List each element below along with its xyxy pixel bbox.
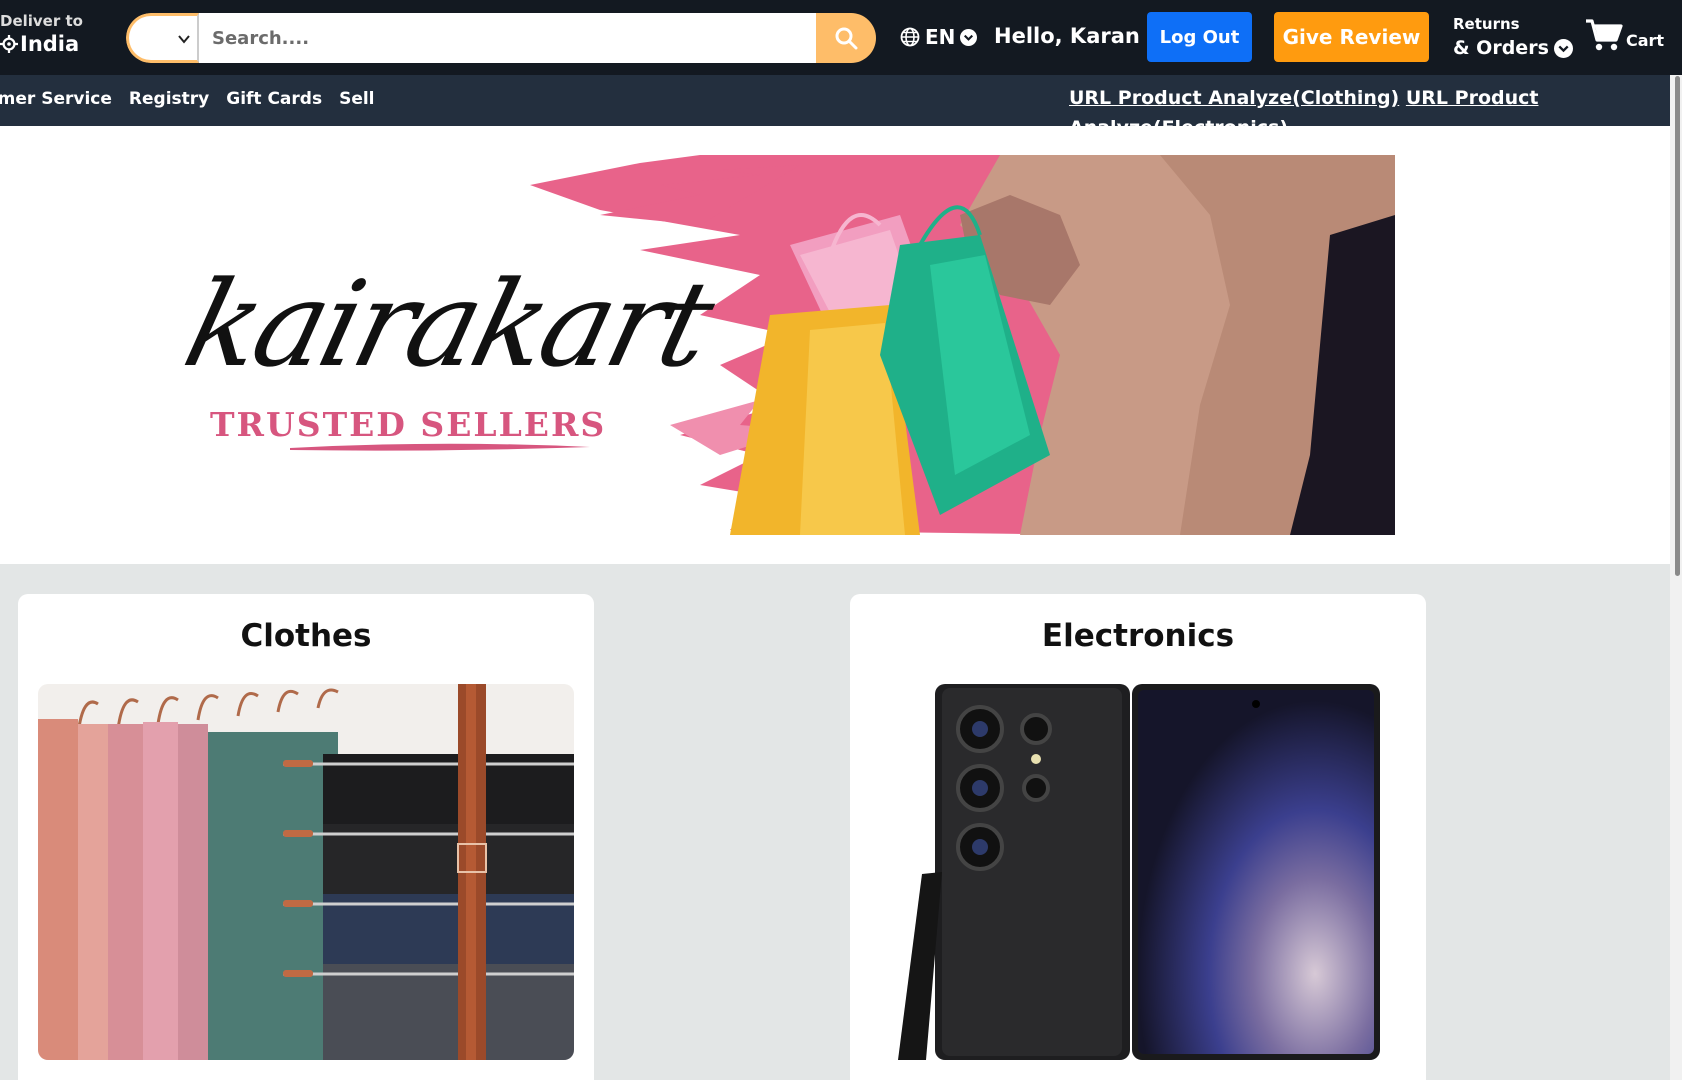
logout-button[interactable]: Log Out <box>1147 12 1252 62</box>
search-input[interactable] <box>199 13 816 63</box>
category-title: Electronics <box>1041 618 1235 654</box>
location-icon <box>0 35 18 53</box>
cart-button[interactable]: Cart <box>1585 18 1664 52</box>
language-code: EN <box>925 25 956 49</box>
deliver-to[interactable]: Deliver to India <box>0 12 83 56</box>
returns-label: Returns <box>1453 15 1520 33</box>
subnav-item-sell[interactable]: Sell <box>339 89 374 109</box>
cart-label: Cart <box>1626 31 1665 50</box>
orders-row: & Orders <box>1453 37 1573 59</box>
clothes-image <box>38 684 574 1060</box>
tagline-underline <box>290 443 590 451</box>
deliver-label: Deliver to <box>0 12 83 30</box>
analyze-clothing-link[interactable]: URL Product Analyze(Clothing) <box>1069 87 1399 109</box>
category-card-clothes[interactable]: Clothes <box>18 594 594 1080</box>
subnav-item-gift-cards[interactable]: Gift Cards <box>226 89 322 109</box>
top-navbar: Deliver to India EN Hello, Karan Log Out… <box>0 0 1682 75</box>
user-greeting: Hello, Karan <box>994 24 1140 48</box>
search-icon <box>835 27 858 50</box>
chevron-down-icon <box>178 35 190 44</box>
brand-tagline: TRUSTED SELLERS <box>210 405 607 444</box>
hero-banner: kairakart TRUSTED SELLERS <box>0 155 1395 535</box>
globe-icon <box>900 27 920 47</box>
deliver-location: India <box>0 32 83 56</box>
language-selector[interactable]: EN <box>900 25 978 49</box>
search-category-select[interactable] <box>126 13 199 63</box>
category-title: Clothes <box>240 618 372 654</box>
chevron-down-circle-icon <box>960 28 978 46</box>
subnav-list: omer Service Registry Gift Cards Sell <box>0 89 375 109</box>
search-button[interactable] <box>816 13 876 63</box>
category-card-electronics[interactable]: Electronics <box>850 594 1426 1080</box>
electronics-image <box>870 684 1406 1060</box>
subnav-item-registry[interactable]: Registry <box>129 89 209 109</box>
give-review-button[interactable]: Give Review <box>1274 12 1429 62</box>
hero-section: kairakart TRUSTED SELLERS <box>0 126 1682 564</box>
brand-logo-text: kairakart <box>172 255 724 393</box>
scrollbar-thumb[interactable] <box>1675 76 1680 576</box>
cart-icon <box>1586 19 1623 51</box>
chevron-down-circle-icon <box>1553 38 1573 58</box>
search-bar <box>126 13 876 63</box>
orders-label: & Orders <box>1453 37 1549 59</box>
secondary-navbar: omer Service Registry Gift Cards Sell UR… <box>0 75 1682 139</box>
subnav-item-customer-service[interactable]: omer Service <box>0 89 112 109</box>
returns-orders[interactable]: Returns & Orders <box>1453 15 1573 59</box>
location-text: India <box>20 32 80 56</box>
